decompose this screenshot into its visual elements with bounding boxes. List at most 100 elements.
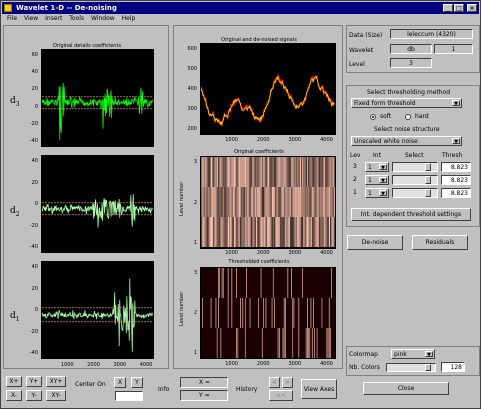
coefficient-cell [253,187,255,217]
slider-thumb[interactable] [424,364,431,371]
coefficient-cell [259,157,261,187]
coefficient-cell [302,268,303,298]
thr-x-tick: 3000 [288,361,302,367]
orig-coef-axes[interactable] [200,156,336,249]
coefficient-cell [280,157,282,187]
coefficient-cell [235,157,237,187]
int-dependent-threshold-button[interactable]: Int. dependent threshold settings [351,208,471,221]
coefficient-cell [302,217,304,247]
d3-axes[interactable] [41,49,154,147]
threshold-value-field[interactable]: 8.823 [441,162,471,172]
menu-file[interactable]: File [7,14,17,24]
coefficient-cell [219,187,221,217]
menu-window[interactable]: Window [91,14,115,24]
close-window-button[interactable]: × [467,4,477,12]
coefficient-cell [241,157,243,187]
d3-y-tick: 20 [31,86,38,93]
menu-insert[interactable]: Insert [45,14,62,24]
coefficient-cell [307,298,308,328]
menu-tools[interactable]: Tools [69,14,84,24]
threshold-slider[interactable] [392,162,438,172]
threshold-slider[interactable] [392,175,438,185]
coefficient-cell [216,157,219,187]
coefficient-cell [282,157,284,187]
coefficient-cell [324,217,326,247]
interval-popup[interactable]: 1 ▼ [365,175,389,185]
interval-popup[interactable]: 1 ▼ [365,188,389,198]
interval-popup[interactable]: 1 ▼ [365,162,389,172]
method-popup[interactable]: Fixed form threshold ▼ [351,98,462,108]
coefficient-cell [330,217,332,247]
coefficient-cell [282,217,284,247]
threshold-value-field[interactable]: 8.823 [441,188,471,198]
coefficient-cell [314,328,315,358]
center-on-field[interactable] [115,391,143,401]
history-forward-button[interactable]: > [282,377,293,388]
threshold-level: 2 [353,176,357,183]
center-y-button[interactable]: Y [131,377,143,388]
coefficient-cell [328,157,331,187]
zoom-xy-plus-button[interactable]: XY+ [46,376,66,387]
signal-axes[interactable] [200,43,336,135]
coefficient-cell [201,187,203,217]
slider-thumb[interactable] [425,189,432,197]
signal-y-tick: 400 [187,86,197,92]
d2-y-tick: -20 [29,222,38,229]
zoom-xy-minus-button[interactable]: XY- [46,390,66,401]
close-button[interactable]: Close [363,382,449,395]
minimize-button[interactable]: _ [443,4,453,12]
view-axes-button[interactable]: View Axes [301,379,337,399]
data-size-label: Data (Size) [349,32,383,39]
center-x-button[interactable]: X [114,377,126,388]
slider-thumb[interactable] [425,176,432,184]
threshold-value-field[interactable]: 8.823 [441,175,471,185]
residuals-button[interactable]: Residuals [412,235,468,250]
noise-popup[interactable]: Unscaled white noise ▼ [351,136,462,146]
coefficient-cell [320,157,322,187]
d1-axes[interactable] [41,261,154,359]
zoom-y-minus-button[interactable]: Y- [26,390,42,401]
history-back-button[interactable]: < [269,377,280,388]
denoise-button[interactable]: De-noise [347,235,403,250]
nb-colors-field[interactable]: 128 [441,362,465,372]
menu-view[interactable]: View [24,14,38,24]
menu-help[interactable]: Help [122,14,136,24]
hard-label: hard [415,113,429,120]
coefficient-cell [319,157,321,187]
coefficient-cell [257,187,259,217]
coefficient-cell [322,217,325,247]
history-reset-button[interactable]: << [269,390,293,401]
coefficient-cell [263,217,265,247]
coefficient-cell [263,187,265,217]
coefficient-cell [240,298,241,328]
coefficient-cell [271,298,273,328]
coefficient-cell [229,157,231,187]
coefficient-cell [215,217,217,247]
coefficient-cell [248,217,250,247]
colormap-popup[interactable]: pink ▼ [391,349,435,359]
zoom-x-minus-button[interactable]: X- [6,390,22,401]
d2-axes[interactable] [41,155,154,253]
slider-thumb[interactable] [425,163,432,171]
coefficient-cell [218,157,220,187]
zoom-x-plus-button[interactable]: X+ [6,376,22,387]
coefficient-cell [296,157,298,187]
signal-x-tick: 3000 [288,137,302,143]
coefficient-cell [238,217,241,247]
coefficient-cell [252,187,254,217]
maximize-button[interactable]: □ [454,4,464,12]
coefficient-cell [229,187,231,217]
coefficient-cell [258,157,260,187]
soft-radio[interactable] [370,114,376,120]
coefficient-cell [237,157,239,187]
zoom-y-plus-button[interactable]: Y+ [26,376,42,387]
nb-colors-slider[interactable] [386,363,436,372]
hard-radio[interactable] [405,114,411,120]
wavelet-number-field: 1 [434,44,473,54]
coefficient-cell [299,157,301,187]
coefficient-cell [242,298,244,328]
thr-coef-axes[interactable] [200,267,336,359]
coefficient-cell [243,217,245,247]
threshold-slider[interactable] [392,188,438,198]
d1-x-tick: 3000 [113,362,127,368]
